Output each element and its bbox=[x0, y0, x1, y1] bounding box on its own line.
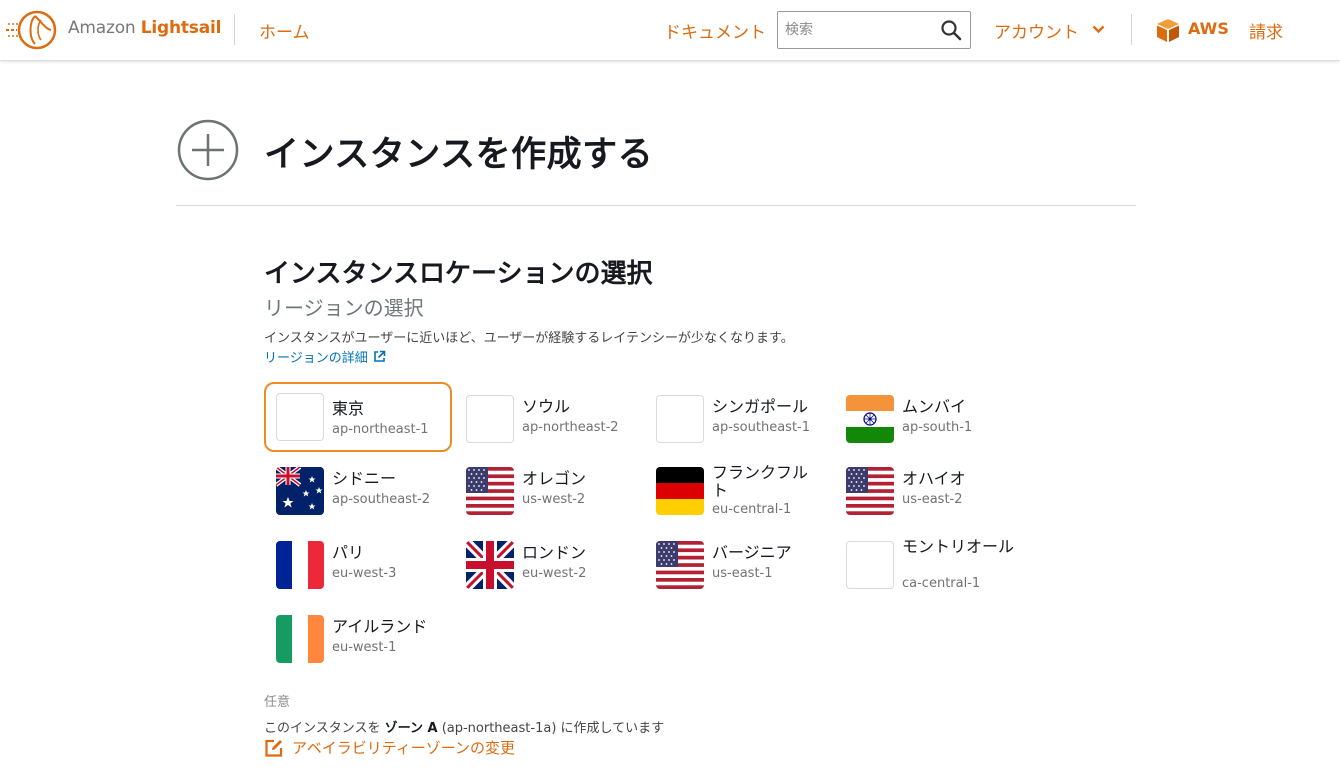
region-details-label: リージョンの詳細 bbox=[264, 351, 368, 366]
region-details-link[interactable]: リージョンの詳細 bbox=[264, 347, 386, 366]
region-code: us-west-2 bbox=[522, 492, 586, 507]
usa-flag-icon bbox=[466, 467, 514, 515]
latency-description: インスタンスがユーザーに近いほど、ユーザーが経験するレイテンシーが少なくなります… bbox=[264, 331, 794, 346]
create-plus-icon bbox=[177, 119, 239, 181]
region-code: eu-central-1 bbox=[712, 502, 792, 517]
nav-divider bbox=[234, 14, 235, 45]
brand-product: Lightsail bbox=[140, 18, 222, 38]
region-code: ap-southeast-2 bbox=[332, 492, 431, 507]
region-tile-paris[interactable]: パリ eu-west-3 bbox=[264, 530, 452, 600]
chevron-down-icon[interactable] bbox=[1092, 25, 1105, 34]
region-name: オハイオ bbox=[902, 469, 966, 488]
region-name: パリ bbox=[332, 543, 365, 562]
region-tile-montreal[interactable]: モントリオール ca-central-1 bbox=[834, 530, 1022, 600]
region-tile-london[interactable]: ロンドン eu-west-2 bbox=[454, 530, 642, 600]
region-name: 東京 bbox=[332, 399, 365, 418]
az-info-prefix: このインスタンスを bbox=[264, 721, 385, 736]
account-menu[interactable]: アカウント bbox=[994, 18, 1079, 43]
region-subtitle: リージョンの選択 bbox=[264, 296, 424, 320]
region-tile-seoul[interactable]: ソウル ap-northeast-2 bbox=[454, 384, 642, 454]
region-code: ap-northeast-1 bbox=[332, 422, 429, 437]
documentation-link[interactable]: ドキュメント bbox=[664, 18, 766, 43]
region-code: ca-central-1 bbox=[902, 576, 981, 591]
usa-flag-icon bbox=[846, 467, 894, 515]
region-name: アイルランド bbox=[332, 617, 428, 636]
search-icon[interactable] bbox=[940, 19, 962, 41]
region-code: eu-west-1 bbox=[332, 640, 397, 655]
change-az-label: アベイラビリティーゾーンの変更 bbox=[292, 739, 516, 757]
region-name: フランクフルト bbox=[712, 463, 809, 500]
optional-label: 任意 bbox=[264, 695, 291, 710]
region-tile-mumbai[interactable]: ムンバイ ap-south-1 bbox=[834, 384, 1022, 454]
region-code: ap-southeast-1 bbox=[712, 420, 811, 435]
india-flag-icon bbox=[846, 395, 894, 443]
location-section-title: インスタンスロケーションの選択 bbox=[264, 259, 653, 289]
billing-link[interactable]: 請求 bbox=[1249, 18, 1283, 43]
region-tile-frankfurt[interactable]: フランクフルト eu-central-1 bbox=[644, 456, 832, 526]
aws-cube-icon[interactable] bbox=[1155, 17, 1181, 43]
australia-flag-icon bbox=[276, 467, 324, 515]
title-divider bbox=[176, 205, 1136, 206]
region-code: ap-south-1 bbox=[902, 420, 973, 435]
search-box bbox=[777, 11, 971, 49]
region-name: バージニア bbox=[712, 543, 792, 562]
region-tile-tokyo[interactable]: 東京 ap-northeast-1 bbox=[264, 382, 452, 452]
region-name: ロンドン bbox=[522, 543, 587, 562]
region-tile-sydney[interactable]: シドニー ap-southeast-2 bbox=[264, 456, 452, 526]
region-tile-oregon[interactable]: オレゴン us-west-2 bbox=[454, 456, 642, 526]
singapore-flag-icon bbox=[656, 395, 704, 443]
external-link-icon bbox=[373, 350, 386, 362]
region-tile-ohio[interactable]: オハイオ us-east-2 bbox=[834, 456, 1022, 526]
region-name: オレゴン bbox=[522, 469, 587, 488]
change-availability-zone-link[interactable]: アベイラビリティーゾーンの変更 bbox=[264, 737, 515, 758]
canada-flag-icon bbox=[846, 541, 894, 589]
aws-console-link[interactable]: AWS bbox=[1188, 19, 1229, 38]
brand-prefix: Amazon bbox=[68, 18, 136, 38]
region-name: モントリオール bbox=[902, 537, 1015, 556]
japan-flag-icon bbox=[276, 393, 324, 441]
region-tile-ireland[interactable]: アイルランド eu-west-1 bbox=[264, 604, 452, 674]
usa-flag-icon bbox=[656, 541, 704, 589]
lightsail-logo-icon[interactable] bbox=[6, 7, 58, 53]
region-name: シドニー bbox=[332, 469, 397, 488]
nav-divider bbox=[1131, 14, 1132, 45]
az-zone-name: ゾーン A bbox=[384, 721, 438, 736]
region-code: ap-northeast-2 bbox=[522, 420, 619, 435]
region-code: eu-west-3 bbox=[332, 566, 397, 581]
edit-icon bbox=[265, 739, 283, 757]
az-info-suffix: (ap-northeast-1a) に作成しています bbox=[437, 721, 665, 736]
region-name: ソウル bbox=[522, 397, 571, 416]
region-code: us-east-1 bbox=[712, 566, 773, 581]
region-tile-singapore[interactable]: シンガポール ap-southeast-1 bbox=[644, 384, 832, 454]
germany-flag-icon bbox=[656, 467, 704, 515]
region-name: ムンバイ bbox=[902, 397, 967, 416]
south-korea-flag-icon bbox=[466, 395, 514, 443]
region-code: us-east-2 bbox=[902, 492, 963, 507]
france-flag-icon bbox=[276, 541, 324, 589]
availability-zone-info: このインスタンスを ゾーン A (ap-northeast-1a) に作成してい… bbox=[264, 717, 664, 736]
region-tile-virginia[interactable]: バージニア us-east-1 bbox=[644, 530, 832, 600]
home-link[interactable]: ホーム bbox=[259, 18, 310, 43]
uk-flag-icon bbox=[466, 541, 514, 589]
search-input[interactable] bbox=[785, 20, 933, 40]
top-navigation-bar: Amazon Lightsail ホーム ドキュメント アカウント AWS 請求 bbox=[0, 0, 1340, 61]
region-name: シンガポール bbox=[712, 397, 809, 416]
ireland-flag-icon bbox=[276, 615, 324, 663]
region-code: eu-west-2 bbox=[522, 566, 587, 581]
page-title: インスタンスを作成する bbox=[264, 135, 654, 175]
brand-name[interactable]: Amazon Lightsail bbox=[68, 18, 221, 38]
